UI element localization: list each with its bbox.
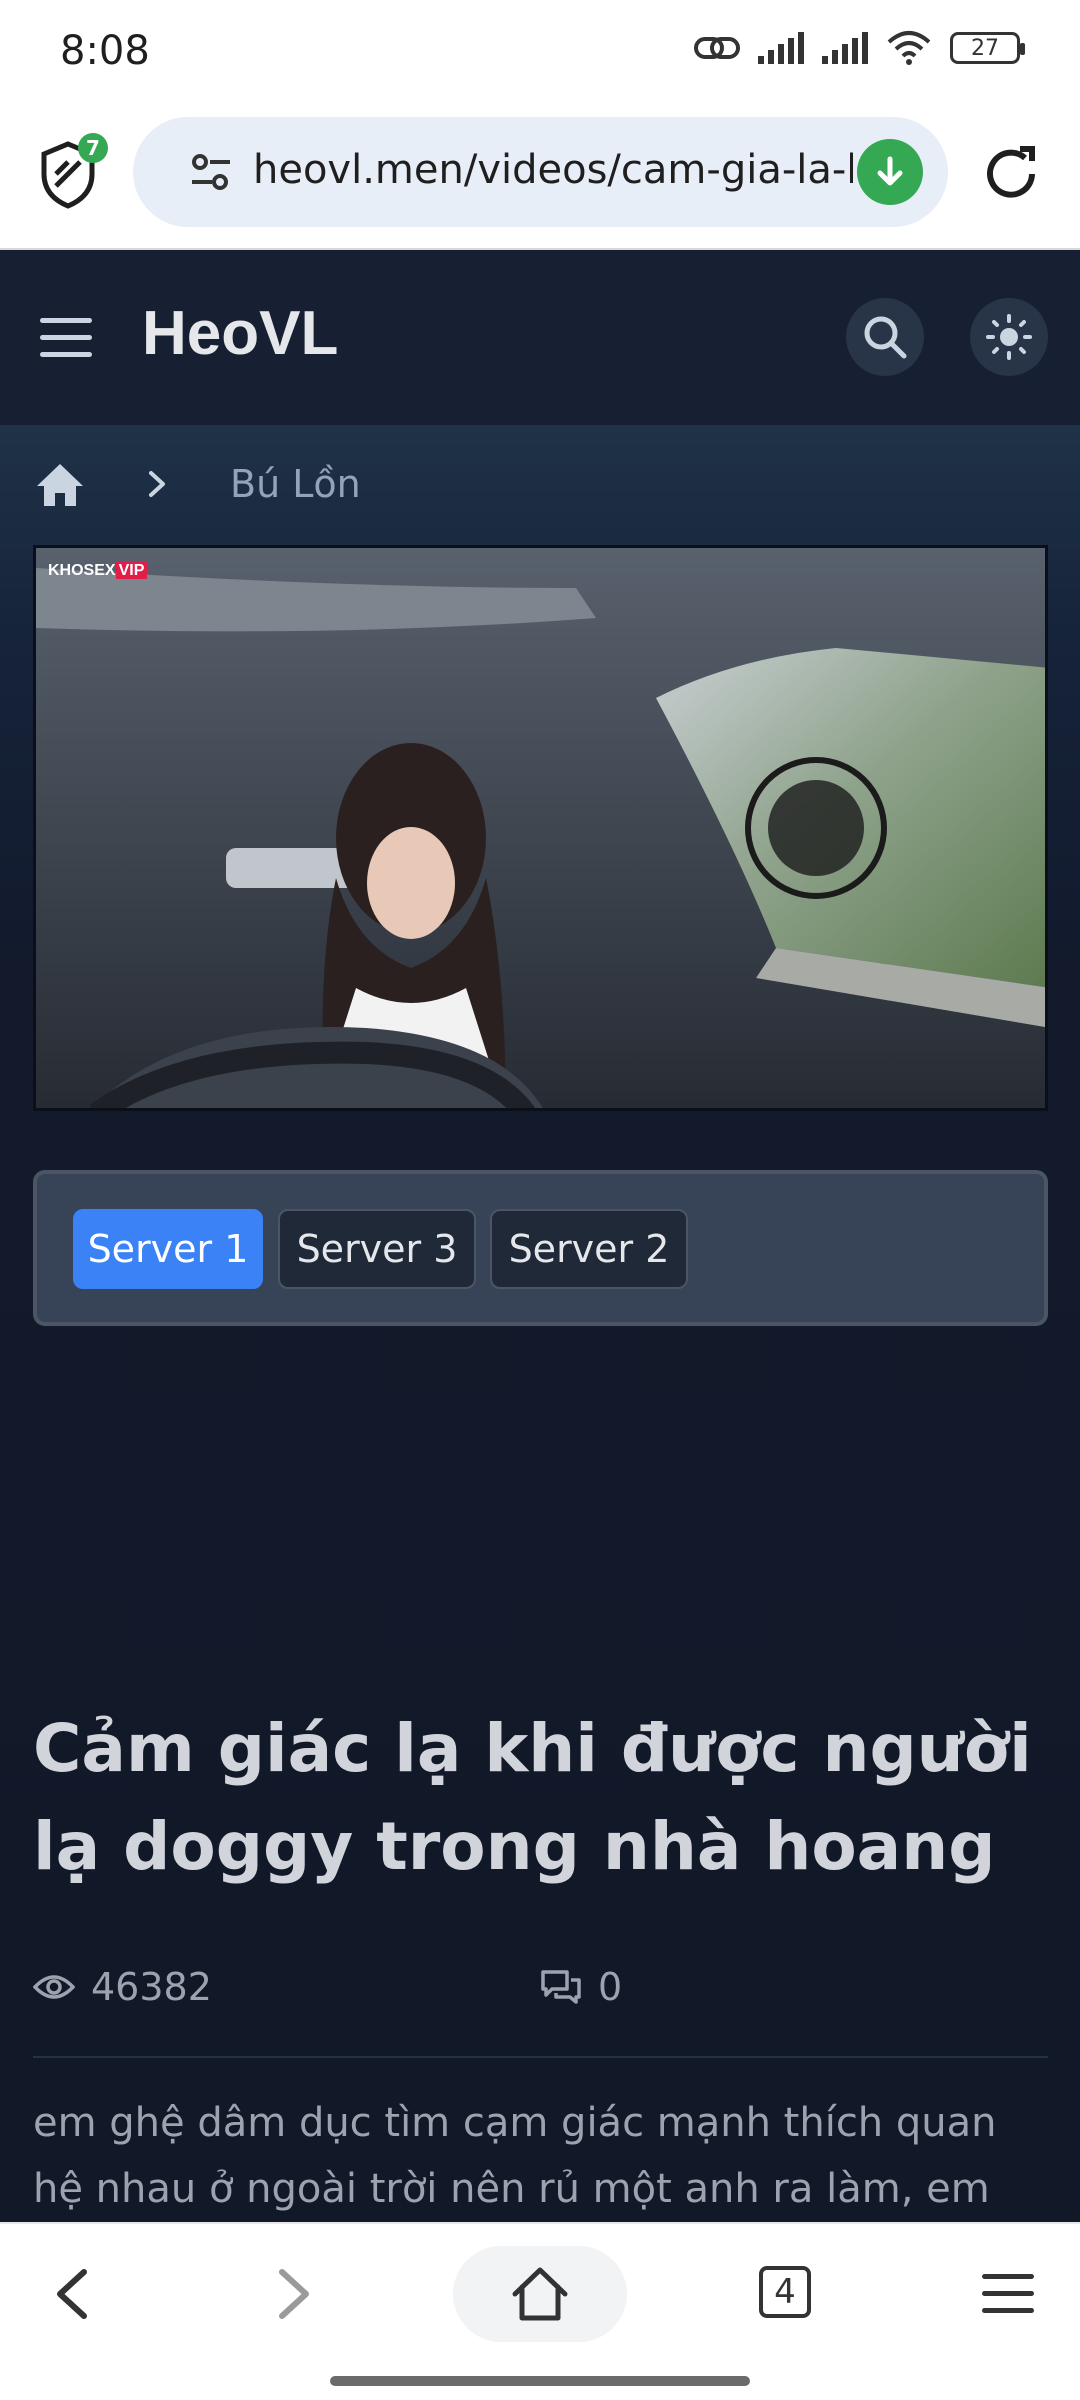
server-1-button[interactable]: Server 1 xyxy=(73,1209,263,1289)
site-logo[interactable]: HeoVL xyxy=(142,298,338,369)
watermark-brand: KHOSEX xyxy=(48,562,116,579)
gesture-bar xyxy=(330,2376,750,2386)
menu-icon[interactable] xyxy=(40,318,92,358)
sun-icon xyxy=(986,314,1032,360)
chevron-right-icon xyxy=(149,471,165,497)
overflow-menu-icon[interactable] xyxy=(982,2274,1034,2314)
eye-icon xyxy=(33,1975,75,1999)
signal-icon-1 xyxy=(758,32,804,64)
comments-count: 0 xyxy=(598,1965,623,2009)
comments-icon xyxy=(541,1970,581,2004)
link-icon xyxy=(694,37,740,59)
battery-icon: 27 xyxy=(950,32,1025,64)
breadcrumb xyxy=(35,455,85,515)
page-title: Cảm giác lạ khi được người lạ doggy tron… xyxy=(33,1710,1032,1885)
server-selector: Server 1 Server 3 Server 2 xyxy=(33,1170,1048,1326)
reload-icon[interactable] xyxy=(980,143,1042,205)
status-time: 8:08 xyxy=(60,28,150,74)
url-text[interactable]: heovl.men/videos/cam-gia-la-kl xyxy=(253,147,853,193)
status-bar: 8:08 27 xyxy=(0,0,1080,105)
video-watermark: KHOSEX VIP xyxy=(48,562,148,580)
search-icon xyxy=(864,316,907,359)
divider xyxy=(33,2056,1048,2058)
address-bar[interactable]: heovl.men/videos/cam-gia-la-kl xyxy=(133,117,948,227)
search-button[interactable] xyxy=(846,298,924,376)
signal-icon-2 xyxy=(822,32,868,64)
forward-icon[interactable] xyxy=(272,2266,316,2322)
video-description: em ghệ dâm dục tìm cạm giác mạnh thích q… xyxy=(33,2100,997,2212)
site-settings-icon[interactable] xyxy=(188,149,234,195)
server-2-button[interactable]: Server 2 xyxy=(490,1209,688,1289)
home-button[interactable] xyxy=(453,2246,627,2342)
views-stat: 46382 xyxy=(33,1965,212,2009)
tabs-count-button[interactable]: 4 xyxy=(759,2266,811,2318)
browser-bottom-nav: 4 xyxy=(0,2222,1080,2400)
status-icons: 27 xyxy=(694,30,1025,66)
site-header: HeoVL xyxy=(0,250,1080,425)
video-frame xyxy=(36,548,1045,1108)
theme-toggle-button[interactable] xyxy=(970,298,1048,376)
shield-badge: 7 xyxy=(78,133,108,163)
wifi-icon xyxy=(887,31,931,65)
video-player[interactable]: KHOSEX VIP xyxy=(33,545,1048,1111)
comments-stat: 0 xyxy=(540,1965,622,2009)
breadcrumb-category[interactable]: Bú Lồn xyxy=(230,462,361,506)
home-nav-icon xyxy=(512,2267,568,2321)
watermark-suffix: VIP xyxy=(115,562,148,579)
home-icon[interactable] xyxy=(35,462,85,508)
back-icon[interactable] xyxy=(50,2266,94,2322)
browser-toolbar: 7 heovl.men/videos/cam-gia-la-kl xyxy=(0,105,1080,250)
views-count: 46382 xyxy=(91,1965,212,2009)
server-3-button[interactable]: Server 3 xyxy=(278,1209,476,1289)
download-icon[interactable] xyxy=(857,139,923,205)
